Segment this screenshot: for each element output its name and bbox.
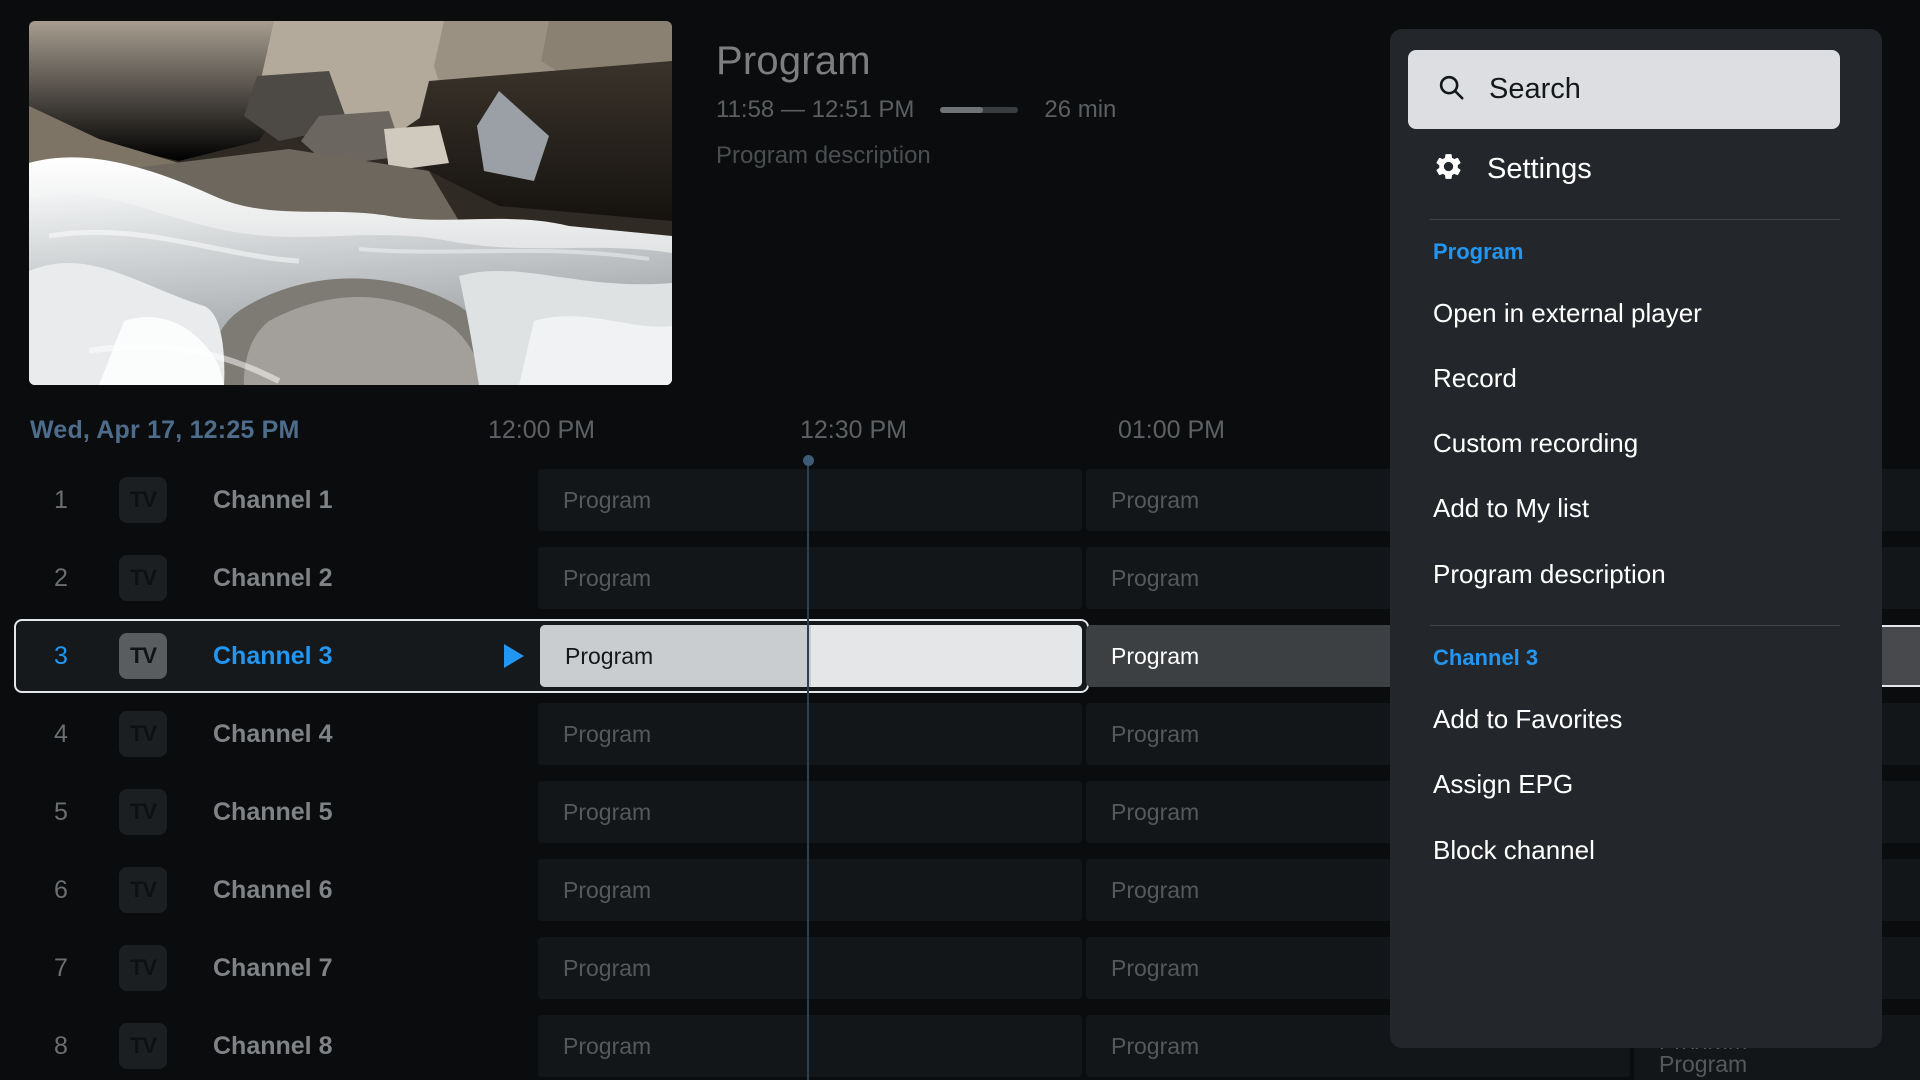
program-cell-label: Program xyxy=(1111,486,1200,513)
channel-number: 4 xyxy=(54,719,68,748)
channel-logo-tv-icon: TV xyxy=(119,633,167,679)
program-cell-label: Program xyxy=(1111,1032,1200,1059)
settings-menu-item[interactable]: Settings xyxy=(1408,141,1592,197)
channel-name: Channel 8 xyxy=(213,1031,333,1060)
program-cell-label: Program xyxy=(563,720,652,747)
settings-label: Settings xyxy=(1487,152,1592,185)
channel-logo-text: TV xyxy=(129,721,157,746)
timeline-tick-2: 01:00 PM xyxy=(1118,416,1226,444)
context-menu-panel: Search Settings Program Open in external… xyxy=(1390,29,1882,1048)
program-cell-label: Program xyxy=(1111,954,1200,981)
program-time-range: 11:58 — 12:51 PM xyxy=(716,96,915,123)
menu-item-custom-recording[interactable]: Custom recording xyxy=(1433,428,1638,459)
menu-divider-bottom xyxy=(1430,625,1840,626)
program-cell-label: Program xyxy=(563,486,652,513)
channel-name: Channel 6 xyxy=(213,875,333,904)
program-cell-label: Program xyxy=(563,954,652,981)
channel-logo-text: TV xyxy=(129,487,157,512)
program-cell-label: Program xyxy=(1111,876,1200,903)
channel-logo-text: TV xyxy=(129,643,157,668)
tv-guide-app: Program 11:58 — 12:51 PM 26 min Program … xyxy=(0,0,1920,1080)
program-title: Program xyxy=(716,39,871,83)
program-cell[interactable]: Program xyxy=(538,937,1082,999)
program-thumbnail[interactable] xyxy=(29,21,672,385)
channel-name: Channel 3 xyxy=(213,641,333,670)
menu-section-channel: Channel 3 xyxy=(1433,645,1539,670)
search-icon xyxy=(1436,72,1466,107)
channel-logo-tv-icon: TV xyxy=(119,477,167,523)
program-info: Program 11:58 — 12:51 PM 26 min Program … xyxy=(716,36,1356,172)
program-cell-label: Program xyxy=(563,1032,652,1059)
program-cell[interactable]: Program xyxy=(538,703,1082,765)
program-duration: 26 min xyxy=(1044,96,1117,123)
program-cell-label: Program xyxy=(1111,720,1200,747)
menu-section-program: Program xyxy=(1433,239,1524,264)
program-description: Program description xyxy=(716,142,931,169)
channel-logo-tv-icon: TV xyxy=(119,945,167,991)
menu-item-add-to-favorites[interactable]: Add to Favorites xyxy=(1433,704,1622,735)
now-marker-dot xyxy=(803,455,814,466)
menu-item-assign-epg[interactable]: Assign EPG xyxy=(1433,769,1573,800)
search-placeholder: Search xyxy=(1489,73,1581,105)
channel-logo-text: TV xyxy=(129,877,157,902)
program-cell[interactable]: Program xyxy=(538,781,1082,843)
gear-icon xyxy=(1433,151,1464,187)
partial-program-cell[interactable]: Program xyxy=(1634,1049,1920,1080)
channel-logo-tv-icon: TV xyxy=(119,1023,167,1069)
channel-name: Channel 4 xyxy=(213,719,333,748)
channel-logo-text: TV xyxy=(129,955,157,980)
now-time-line xyxy=(807,461,809,1080)
program-progress-bar xyxy=(940,107,1019,113)
channel-name: Channel 7 xyxy=(213,953,333,982)
menu-item-open-in-external-player[interactable]: Open in external player xyxy=(1433,298,1702,329)
program-cell[interactable]: Program xyxy=(538,1015,1082,1077)
channel-number: 8 xyxy=(54,1031,68,1060)
channel-number: 3 xyxy=(54,641,68,670)
menu-divider-top xyxy=(1430,219,1840,220)
program-cell-label: Program xyxy=(1111,564,1200,591)
channel-number: 6 xyxy=(54,875,68,904)
program-meta: 11:58 — 12:51 PM 26 min xyxy=(716,94,1356,126)
channel-name: Channel 5 xyxy=(213,797,333,826)
channel-number: 2 xyxy=(54,563,68,592)
timeline-tick-1: 12:30 PM xyxy=(800,416,908,444)
channel-name: Channel 1 xyxy=(213,485,333,514)
program-cell[interactable]: Program xyxy=(538,469,1082,531)
channel-logo-text: TV xyxy=(129,565,157,590)
program-cell-label: Program xyxy=(1111,798,1200,825)
timeline-current-datetime: Wed, Apr 17, 12:25 PM xyxy=(30,416,300,444)
channel-logo-text: TV xyxy=(129,799,157,824)
channel-logo-tv-icon: TV xyxy=(119,867,167,913)
program-progress-fill xyxy=(940,107,984,113)
channel-number: 7 xyxy=(54,953,68,982)
channel-logo-tv-icon: TV xyxy=(119,711,167,757)
channel-logo-tv-icon: TV xyxy=(119,555,167,601)
program-cell-label: Program xyxy=(563,564,652,591)
program-cell-label: Program xyxy=(565,642,654,669)
channel-name: Channel 2 xyxy=(213,563,333,592)
channel-logo-text: TV xyxy=(129,1033,157,1058)
program-cell-label: Program xyxy=(563,876,652,903)
program-cell[interactable]: Program xyxy=(538,547,1082,609)
program-cell-label: Program xyxy=(563,798,652,825)
search-input[interactable]: Search xyxy=(1408,50,1840,129)
menu-item-block-channel[interactable]: Block channel xyxy=(1433,835,1595,866)
program-cell[interactable]: Program xyxy=(538,859,1082,921)
channel-logo-tv-icon: TV xyxy=(119,789,167,835)
channel-number: 5 xyxy=(54,797,68,826)
menu-item-add-to-my-list[interactable]: Add to My list xyxy=(1433,493,1589,524)
menu-item-record[interactable]: Record xyxy=(1433,363,1517,394)
program-cell-label: Program xyxy=(1659,1051,1748,1077)
menu-item-program-description[interactable]: Program description xyxy=(1433,559,1666,590)
program-cell-selected[interactable]: Program xyxy=(540,625,1082,687)
timeline-tick-0: 12:00 PM xyxy=(488,416,596,444)
program-cell-label: Program xyxy=(1111,642,1200,669)
channel-number: 1 xyxy=(54,485,68,514)
play-icon[interactable] xyxy=(502,617,526,695)
